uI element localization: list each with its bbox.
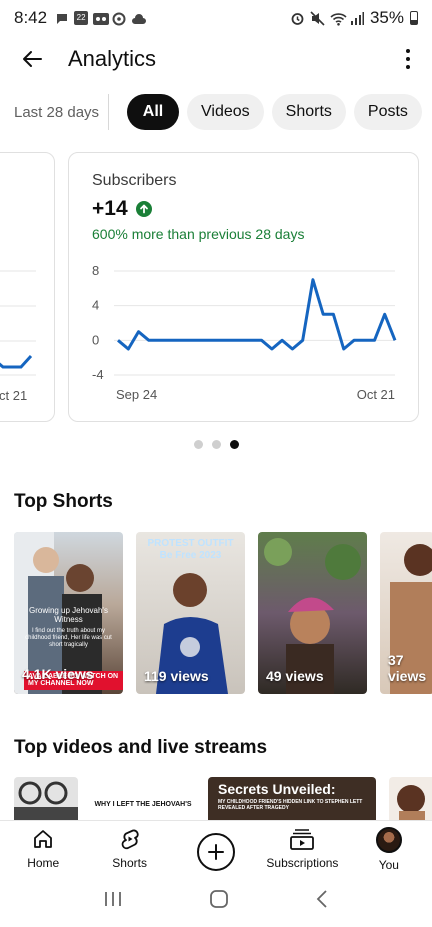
video-thumbnail-3[interactable]: Secrets Unveiled: MY CHILDHOOD FRIEND'S … [208, 777, 376, 821]
recent-apps-button[interactable] [103, 890, 123, 913]
video-subtitle-overlay: MY CHILDHOOD FRIEND'S HIDDEN LINK TO STE… [218, 799, 363, 811]
filter-row: Last 28 days All Videos Shorts Posts [0, 92, 432, 132]
video-thumbnail-art [14, 781, 78, 821]
nav-shorts-label: Shorts [112, 856, 147, 870]
top-videos-list: WHY I LEFT THE JEHOVAH'S Secrets Unveile… [14, 777, 432, 821]
signal-icon [350, 11, 364, 25]
short-thumbnail-4[interactable]: 37 views [380, 532, 432, 694]
calendar-icon: 22 [74, 11, 89, 25]
nav-you-label: You [378, 858, 399, 872]
home-icon [34, 830, 53, 848]
subscriptions-icon [290, 829, 315, 850]
nav-create[interactable] [173, 821, 259, 875]
system-back-button[interactable] [315, 889, 329, 914]
sync-icon [112, 11, 126, 26]
chip-all[interactable]: All [127, 94, 179, 130]
short-thumbnail-2[interactable]: PROTEST OUTFIT Be Free 2023 119 views [136, 532, 245, 694]
back-button[interactable] [0, 36, 64, 82]
bottom-navigation: Home Shorts Subscriptions You [0, 820, 432, 875]
nav-home-label: Home [27, 856, 60, 870]
video-title-overlay: Secrets Unveiled: [218, 781, 336, 797]
wifi-icon [330, 11, 347, 26]
video-thumbnail-art [397, 785, 425, 821]
subscribers-card[interactable]: Subscribers +14 600% more than previous … [68, 152, 419, 422]
video-thumbnail-1[interactable] [14, 777, 78, 821]
battery-percent: 35% [369, 8, 404, 27]
chip-videos[interactable]: Videos [187, 94, 264, 130]
short-views: 37 views [388, 652, 427, 684]
arrow-left-icon [23, 51, 42, 67]
short-overlay-title: Growing up Jehovah's Witness [29, 606, 108, 625]
alarm-icon [290, 11, 304, 25]
nav-subscriptions-label: Subscriptions [266, 856, 339, 870]
chat-icon [55, 11, 69, 25]
subscribers-series-line [117, 278, 397, 351]
mute-icon [310, 11, 325, 26]
top-videos-title: Top videos and live streams [14, 737, 268, 758]
subscribers-line-chart: 8 4 0 -4 Sep 24 Oct 21 [92, 263, 397, 402]
status-time: 8:42 [14, 8, 48, 27]
previous-metric-card[interactable]: ct 21 [0, 152, 55, 422]
metric-delta: 600% more than previous 28 days [92, 226, 305, 242]
video-title-overlay: WHY I LEFT THE JEHOVAH'S [94, 801, 192, 808]
nav-home[interactable]: Home [0, 821, 86, 875]
arrow-up-icon [135, 201, 152, 217]
nav-subscriptions[interactable]: Subscriptions [259, 821, 345, 875]
more-options-button[interactable] [398, 44, 418, 74]
system-navigation-bar [0, 875, 432, 927]
metric-value-text: +14 [92, 197, 128, 220]
y-tick-label: -4 [92, 367, 104, 382]
app-bar: Analytics [0, 36, 432, 82]
short-thumbnail-1[interactable]: Growing up Jehovah's Witness I find out … [14, 532, 123, 694]
video-thumbnail-2[interactable]: WHY I LEFT THE JEHOVAH'S [91, 777, 195, 821]
recent-apps-icon [105, 891, 121, 906]
metric-label: Subscribers [92, 172, 177, 189]
avatar [375, 827, 402, 853]
previous-metric-tick: ct 21 [0, 388, 27, 403]
date-range-selector[interactable]: Last 28 days [0, 94, 109, 130]
status-bar: 8:42 22 35% [0, 0, 432, 36]
chevron-left-icon [316, 889, 327, 908]
nav-you[interactable]: You [346, 821, 432, 875]
short-views: 4.1K views [22, 666, 94, 682]
x-tick-label: Oct 21 [357, 387, 395, 402]
status-system-icons: 35% [290, 8, 418, 28]
short-overlay-subtitle: I find out the truth about my childhood … [25, 628, 112, 648]
previous-metric-chart: ct 21 [0, 270, 36, 403]
voicemail-icon [93, 11, 110, 25]
more-vert-icon [406, 49, 410, 53]
short-views: 49 views [266, 668, 324, 684]
battery-icon [410, 11, 418, 25]
status-notification-icons: 22 [55, 11, 147, 26]
content-type-chips: All Videos Shorts Posts [127, 94, 422, 130]
y-tick-label: 0 [92, 332, 99, 347]
chip-posts[interactable]: Posts [353, 94, 422, 130]
x-tick-label: Sep 24 [116, 387, 157, 402]
cloud-icon [131, 11, 147, 25]
pager-dot[interactable] [211, 440, 221, 449]
top-shorts-list: Growing up Jehovah's Witness I find out … [14, 532, 432, 694]
video-thumbnail-4[interactable] [389, 777, 432, 821]
top-shorts-title: Top Shorts [14, 491, 113, 512]
card-pager [0, 440, 432, 449]
chip-shorts[interactable]: Shorts [271, 94, 346, 130]
short-thumbnail-3[interactable]: 49 views [258, 532, 367, 694]
short-views: 119 views [144, 668, 209, 684]
shorts-icon [121, 829, 139, 850]
page-title: Analytics [68, 46, 157, 71]
home-square-icon [210, 889, 228, 908]
create-icon [197, 833, 236, 871]
home-system-button[interactable] [209, 889, 229, 914]
pager-dot[interactable] [229, 440, 239, 449]
y-tick-label: 8 [92, 263, 99, 278]
short-overlay-title: PROTEST OUTFIT Be Free 2023 [147, 538, 234, 561]
metric-value: +14 [92, 197, 152, 221]
y-tick-label: 4 [92, 298, 99, 313]
nav-shorts[interactable]: Shorts [86, 821, 172, 875]
pager-dot[interactable] [193, 440, 203, 449]
